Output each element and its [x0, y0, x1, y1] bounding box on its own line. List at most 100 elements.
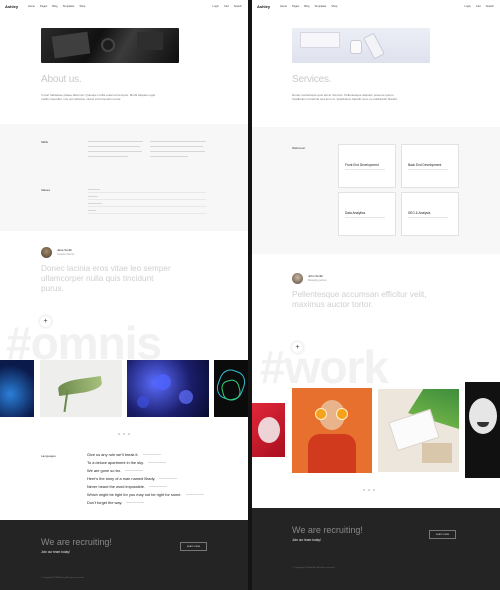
- service-card[interactable]: Back End Development: [401, 144, 459, 188]
- phrase-bar: [159, 477, 178, 480]
- copyright-text: © Copyright 2018 Ashley. All rights rese…: [41, 577, 85, 579]
- service-title: Data Analytics: [345, 211, 366, 215]
- site-logo[interactable]: Ashley: [257, 4, 270, 9]
- learn-more-button[interactable]: Learn more: [429, 530, 456, 539]
- author-role: Managing partner: [308, 279, 327, 282]
- author-role: Creative director: [57, 253, 75, 256]
- phrase-row: To a deluxe apartment in the sky.: [87, 460, 166, 465]
- main-menu: Home Pages Blog Templates Shop: [28, 5, 85, 8]
- gallery-image-coral[interactable]: [127, 360, 209, 417]
- phrase-bar: [124, 469, 143, 472]
- main-menu: Home Pages Blog Templates Shop: [280, 5, 337, 8]
- carousel-dots[interactable]: [118, 433, 130, 435]
- menu-item[interactable]: Blog: [304, 5, 309, 8]
- progress-track: [88, 213, 206, 214]
- gallery-image-portrait[interactable]: [465, 382, 500, 478]
- services-page: Ashley Home Pages Blog Templates Shop Lo…: [252, 0, 500, 590]
- login-link[interactable]: Login: [213, 5, 219, 8]
- service-divider: [408, 217, 448, 218]
- service-divider: [345, 169, 385, 170]
- progress-track: [88, 206, 206, 207]
- learn-more-button[interactable]: Learn more: [180, 542, 207, 551]
- menu-item[interactable]: Templates: [62, 5, 74, 8]
- phrase-text: Don't forget the way.: [87, 500, 123, 505]
- login-link[interactable]: Login: [465, 5, 471, 8]
- phrase-text: Give us any rule we'll break it.: [87, 452, 139, 457]
- menu-item[interactable]: Shop: [331, 5, 337, 8]
- hero-image-devices: [292, 28, 430, 63]
- plus-icon[interactable]: +: [292, 342, 303, 353]
- gallery-image-girl[interactable]: [292, 388, 372, 473]
- phrase-row: Don't forget the way.: [87, 500, 145, 505]
- menu-item[interactable]: Templates: [314, 5, 326, 8]
- plus-icon[interactable]: +: [40, 316, 51, 327]
- author-name: John Smith: [308, 274, 324, 278]
- avatar: [41, 247, 52, 258]
- skills-label: Skills: [41, 140, 49, 144]
- hero-image-desk: [41, 28, 179, 63]
- service-title: Front End Development: [345, 163, 379, 167]
- service-card[interactable]: Data Analytics: [338, 192, 396, 236]
- phrase-bar: [147, 461, 166, 464]
- screenshot-stage: Ashley Home Pages Blog Templates Shop Lo…: [0, 0, 500, 590]
- author-name: Jane Smith: [57, 248, 73, 252]
- menu-item[interactable]: Pages: [40, 5, 47, 8]
- phrase-bar: [148, 485, 167, 488]
- quote-text: Pellentesque accumsan efficitur velit, m…: [292, 290, 427, 309]
- service-divider: [408, 169, 448, 170]
- copyright-text: © Copyright 2018 Ashley. All rights rese…: [292, 567, 336, 569]
- footer-subheading: Join our team today!: [292, 538, 321, 542]
- phrase-bar: [126, 501, 145, 504]
- phrase-text: Which might be tight for you may not be …: [87, 492, 182, 497]
- hashtag-watermark: #work: [260, 341, 389, 393]
- menu-item[interactable]: Home: [28, 5, 35, 8]
- utility-menu: Login Cart Search: [465, 5, 494, 8]
- gallery-image-lights[interactable]: [214, 360, 248, 417]
- service-divider: [345, 217, 385, 218]
- service-card[interactable]: SEO & Analysis: [401, 192, 459, 236]
- about-text: In hac habitasse platea dictumst. Quisqu…: [41, 93, 156, 101]
- services-title: Services.: [292, 74, 332, 85]
- gallery-image-envelope[interactable]: [378, 389, 459, 472]
- menu-item[interactable]: Blog: [52, 5, 57, 8]
- phrase-row: Which might be tight for you may not be …: [87, 492, 204, 497]
- menu-item[interactable]: Home: [280, 5, 287, 8]
- services-label: Welcome!: [292, 146, 306, 150]
- cart-link[interactable]: Cart: [224, 5, 229, 8]
- avatar: [292, 273, 303, 284]
- services-text: Donec scelerisque quis elit at rhoncus. …: [292, 93, 398, 101]
- carousel-dots[interactable]: [363, 489, 375, 491]
- top-nav: Ashley Home Pages Blog Templates Shop Lo…: [0, 0, 248, 14]
- about-page: Ashley Home Pages Blog Templates Shop Lo…: [0, 0, 248, 590]
- phrase-text: Here's the story of a man named Brady.: [87, 476, 156, 481]
- search-link[interactable]: Search: [234, 5, 242, 8]
- menu-item[interactable]: Shop: [79, 5, 85, 8]
- footer-subheading: Join our team today!: [41, 550, 70, 554]
- about-title: About us.: [41, 74, 82, 85]
- utility-menu: Login Cart Search: [213, 5, 242, 8]
- phrase-text: Never heard the word impossible.: [87, 484, 145, 489]
- gallery-image-jellyfish[interactable]: [0, 360, 34, 417]
- service-title: Back End Development: [408, 163, 442, 167]
- languages-label: Languages: [41, 454, 56, 458]
- phrase-text: To a deluxe apartment in the sky.: [87, 460, 144, 465]
- gallery-image-red[interactable]: [252, 403, 285, 457]
- progress-track: [88, 199, 206, 200]
- search-link[interactable]: Search: [486, 5, 494, 8]
- top-nav: Ashley Home Pages Blog Templates Shop Lo…: [252, 0, 500, 14]
- footer: We are recruiting! Join our team today! …: [252, 508, 500, 590]
- cart-link[interactable]: Cart: [476, 5, 481, 8]
- site-logo[interactable]: Ashley: [5, 4, 18, 9]
- footer-heading: We are recruiting!: [41, 537, 112, 547]
- footer-heading: We are recruiting!: [292, 525, 363, 535]
- phrase-text: We are gone so far.: [87, 468, 121, 473]
- gallery-image-leaf[interactable]: [40, 360, 122, 417]
- values-label: Values: [41, 188, 50, 192]
- phrase-bar: [185, 493, 204, 496]
- phrase-bar: [142, 453, 161, 456]
- menu-item[interactable]: Pages: [292, 5, 299, 8]
- service-title: SEO & Analysis: [408, 211, 431, 215]
- phrase-row: We are gone so far.: [87, 468, 143, 473]
- footer: We are recruiting! Join our team today! …: [0, 520, 248, 590]
- service-card[interactable]: Front End Development: [338, 144, 396, 188]
